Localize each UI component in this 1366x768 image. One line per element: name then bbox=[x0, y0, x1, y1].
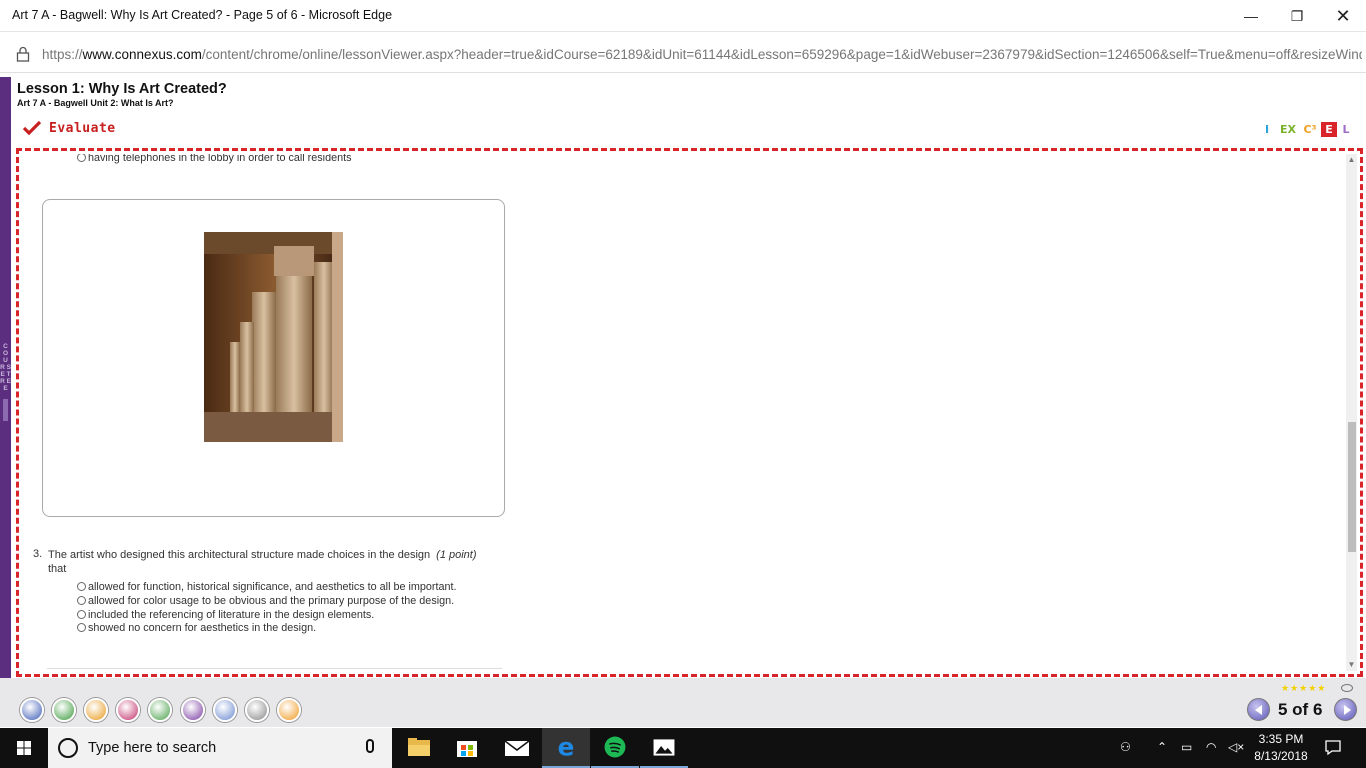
phase-badge-l[interactable]: L bbox=[1339, 122, 1353, 137]
url-prefix: https:// bbox=[42, 47, 83, 62]
clock-time: 3:35 PM bbox=[1258, 732, 1304, 746]
content-frame: having telephones in the lobby in order … bbox=[16, 148, 1363, 677]
windows-taskbar: Type here to search e ⚇ ⌃ ▭ ◠ ◁× 3:35 PM… bbox=[0, 728, 1366, 768]
option-label: allowed for color usage to be obvious an… bbox=[88, 595, 455, 607]
divider bbox=[47, 668, 502, 669]
action-center-icon[interactable] bbox=[1324, 738, 1342, 756]
chevron-up-icon[interactable]: ⌃ bbox=[1157, 740, 1167, 754]
windows-start-icon[interactable] bbox=[0, 728, 48, 768]
scrollbar-thumb[interactable] bbox=[1348, 422, 1356, 552]
maximize-button[interactable]: ❐ bbox=[1274, 0, 1320, 32]
phase-label: Evaluate bbox=[49, 121, 116, 136]
previous-page-button[interactable] bbox=[1247, 698, 1270, 721]
checkmark-icon[interactable] bbox=[20, 698, 44, 722]
phase-badge-c3[interactable]: C³ bbox=[1301, 122, 1319, 137]
answer-option-c[interactable]: included the referencing of literature i… bbox=[77, 609, 374, 621]
url-path: /content/chrome/online/lessonViewer.aspx… bbox=[201, 47, 1362, 62]
lesson-page: C O U R S E T R E E Lesson 1: Why Is Art… bbox=[0, 77, 1366, 727]
wifi-icon[interactable]: ◠ bbox=[1206, 740, 1216, 754]
radio-button[interactable] bbox=[77, 154, 86, 162]
phase-badge-instruction[interactable]: I bbox=[1259, 122, 1275, 137]
edge-browser-icon[interactable]: e bbox=[542, 728, 590, 768]
question-stem: The artist who designed this architectur… bbox=[48, 549, 431, 561]
image-card bbox=[42, 199, 505, 517]
radio-button[interactable] bbox=[77, 596, 86, 605]
calculator-icon[interactable] bbox=[148, 698, 172, 722]
help-icon[interactable] bbox=[277, 698, 301, 722]
gift-icon[interactable] bbox=[84, 698, 108, 722]
globe-icon[interactable] bbox=[52, 698, 76, 722]
store-icon[interactable] bbox=[443, 728, 491, 768]
option-label: showed no concern for aesthetics in the … bbox=[88, 622, 317, 634]
question-stem-continued: that bbox=[48, 563, 67, 575]
scroll-up-arrow-icon[interactable]: ▲ bbox=[1346, 154, 1357, 166]
right-arrow-icon bbox=[1344, 705, 1351, 715]
question-text: The artist who designed this architectur… bbox=[48, 548, 488, 576]
clock-date: 8/13/2018 bbox=[1254, 749, 1308, 763]
spotify-icon[interactable] bbox=[591, 728, 639, 768]
lock-icon bbox=[16, 46, 30, 62]
printer-icon[interactable] bbox=[245, 698, 269, 722]
question-number: 3. bbox=[33, 548, 43, 560]
vertical-scrollbar[interactable]: ▲ ▼ bbox=[1346, 154, 1357, 671]
volume-muted-icon[interactable]: ◁× bbox=[1228, 740, 1244, 754]
target-icon[interactable] bbox=[181, 698, 205, 722]
answer-option-a[interactable]: allowed for function, historical signifi… bbox=[77, 581, 457, 593]
radio-button[interactable] bbox=[77, 623, 86, 632]
comment-bubble-icon[interactable] bbox=[1341, 684, 1353, 692]
content-scroll-area: having telephones in the lobby in order … bbox=[27, 154, 1345, 671]
rating-stars[interactable]: ★★★★★ bbox=[1281, 683, 1326, 694]
microphone-icon[interactable] bbox=[366, 739, 374, 753]
option-label: allowed for function, historical signifi… bbox=[88, 581, 457, 593]
people-icon[interactable]: ⚇ bbox=[1120, 740, 1131, 754]
prev-answer-option[interactable]: having telephones in the lobby in order … bbox=[77, 154, 352, 164]
question-points: (1 point) bbox=[436, 549, 477, 561]
cortana-icon bbox=[58, 738, 78, 758]
file-explorer-icon[interactable] bbox=[395, 728, 443, 768]
window-title-bar: Art 7 A - Bagwell: Why Is Art Created? -… bbox=[0, 0, 1366, 32]
close-button[interactable]: ✕ bbox=[1320, 0, 1366, 32]
lesson-title: Lesson 1: Why Is Art Created? bbox=[17, 81, 227, 97]
lesson-subtitle: Art 7 A - Bagwell Unit 2: What Is Art? bbox=[17, 98, 174, 108]
photos-icon[interactable] bbox=[640, 728, 688, 768]
pencil-icon[interactable] bbox=[116, 698, 140, 722]
radio-button[interactable] bbox=[77, 610, 86, 619]
answer-option-b[interactable]: allowed for color usage to be obvious an… bbox=[77, 595, 454, 607]
answer-option-d[interactable]: showed no concern for aesthetics in the … bbox=[77, 622, 316, 634]
system-clock[interactable]: 3:35 PM 8/13/2018 bbox=[1246, 731, 1316, 765]
lesson-toolbar: ★★★★★ 5 of 6 bbox=[0, 678, 1366, 727]
minimize-button[interactable]: — bbox=[1228, 0, 1274, 32]
window-title: Art 7 A - Bagwell: Why Is Art Created? -… bbox=[12, 8, 393, 22]
course-tree-label: C O U R S E T R E E bbox=[0, 343, 11, 392]
course-tree-grip[interactable] bbox=[3, 399, 8, 421]
course-tree-tab[interactable]: C O U R S E T R E E bbox=[0, 77, 11, 727]
notebook-icon[interactable] bbox=[213, 698, 237, 722]
radio-button[interactable] bbox=[77, 582, 86, 591]
taskbar-search[interactable]: Type here to search bbox=[48, 728, 392, 768]
option-label: included the referencing of literature i… bbox=[88, 609, 375, 621]
battery-icon[interactable]: ▭ bbox=[1181, 740, 1192, 754]
url-domain: www.connexus.com bbox=[82, 47, 202, 62]
page-indicator: 5 of 6 bbox=[1278, 700, 1323, 719]
option-label: having telephones in the lobby in order … bbox=[88, 154, 352, 164]
scroll-down-arrow-icon[interactable]: ▼ bbox=[1346, 659, 1357, 671]
phase-badge-evaluate[interactable]: E bbox=[1321, 122, 1337, 137]
mail-icon[interactable] bbox=[493, 728, 541, 768]
checkmark-icon bbox=[22, 120, 42, 136]
temple-columns-image bbox=[204, 232, 343, 442]
phase-badge-explore[interactable]: EX bbox=[1277, 122, 1299, 137]
search-placeholder: Type here to search bbox=[88, 740, 217, 756]
address-bar[interactable]: https://www.connexus.com/content/chrome/… bbox=[0, 37, 1366, 73]
left-arrow-icon bbox=[1255, 705, 1262, 715]
svg-text:e: e bbox=[558, 733, 575, 762]
next-page-button[interactable] bbox=[1334, 698, 1357, 721]
url-text[interactable]: https://www.connexus.com/content/chrome/… bbox=[42, 47, 1362, 62]
